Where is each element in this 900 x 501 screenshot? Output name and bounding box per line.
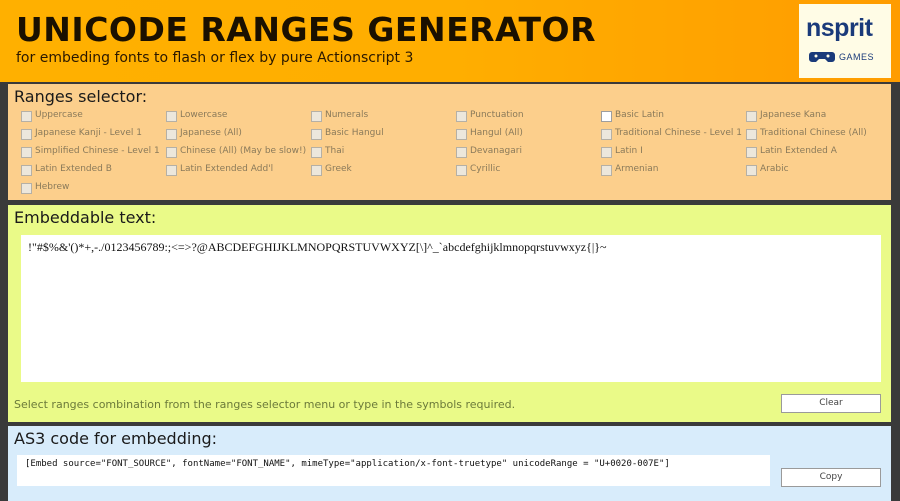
checkbox-label: Basic Hangul [325, 128, 384, 138]
logo-text: nsprit [806, 14, 873, 42]
checkbox-box[interactable] [456, 165, 467, 176]
checkbox-box[interactable] [601, 129, 612, 140]
checkbox-box[interactable] [166, 165, 177, 176]
embeddable-text-panel: Embeddable text: !"#$%&'()*+,-./01234567… [8, 205, 891, 422]
embeddable-text-input[interactable]: !"#$%&'()*+,-./0123456789:;<=>?@ABCDEFGH… [21, 235, 881, 382]
checkbox-label: Hangul (All) [470, 128, 523, 138]
checkbox-box[interactable] [311, 129, 322, 140]
logo-subtext: GAMES [839, 52, 875, 62]
checkbox-label: Japanese (All) [180, 128, 242, 138]
embeddable-text-value: !"#$%&'()*+,-./0123456789:;<=>?@ABCDEFGH… [28, 240, 607, 254]
checkbox-label: Uppercase [35, 110, 83, 120]
ranges-selector-panel: Ranges selector: Uppercase Lowercase Numer… [8, 84, 891, 200]
checkbox-label: Traditional Chinese - Level 1 [615, 128, 742, 138]
checkbox-box[interactable] [21, 147, 32, 158]
checkbox-label: Latin Extended A [760, 146, 837, 156]
checkbox-label: Arabic [760, 164, 789, 174]
ranges-selector-title: Ranges selector: [14, 87, 148, 106]
checkbox-box[interactable] [166, 111, 177, 122]
checkbox-box[interactable] [166, 129, 177, 140]
checkbox-label: Latin I [615, 146, 643, 156]
as3-code-panel: AS3 code for embedding: [Embed source="F… [8, 426, 891, 501]
checkbox-label: Latin Extended Add'l [180, 164, 274, 174]
app-title: UNICODE RANGES GENERATOR [16, 10, 596, 49]
embeddable-text-title: Embeddable text: [14, 208, 157, 227]
checkbox-label: Devanagari [470, 146, 522, 156]
checkbox-label: Japanese Kanji - Level 1 [35, 128, 143, 138]
checkbox-label: Latin Extended B [35, 164, 112, 174]
embeddable-text-hint: Select ranges combination from the range… [14, 398, 516, 411]
checkbox-box[interactable] [746, 129, 757, 140]
checkbox-box[interactable] [456, 147, 467, 158]
gamepad-icon [809, 52, 835, 62]
checkbox-box[interactable] [456, 111, 467, 122]
copy-button[interactable]: Copy [781, 468, 881, 487]
checkbox-label: Simplified Chinese - Level 1 [35, 146, 160, 156]
checkbox-box[interactable] [21, 165, 32, 176]
checkbox-label: Numerals [325, 110, 369, 120]
checkbox-box[interactable] [311, 165, 322, 176]
checkbox-label: Traditional Chinese (All) [760, 128, 867, 138]
app-header: UNICODE RANGES GENERATOR for embeding fo… [0, 0, 900, 82]
checkbox-label: Thai [325, 146, 345, 156]
checkbox-box[interactable] [746, 147, 757, 158]
checkbox-box[interactable] [166, 147, 177, 158]
checkbox-label: Greek [325, 164, 352, 174]
as3-code-value: [Embed source="FONT_SOURCE", fontName="F… [25, 459, 670, 469]
checkbox-box[interactable] [21, 183, 32, 194]
checkbox-label: Hebrew [35, 182, 70, 192]
checkbox-box[interactable] [456, 129, 467, 140]
as3-code-output[interactable]: [Embed source="FONT_SOURCE", fontName="F… [17, 455, 770, 486]
checkbox-box[interactable] [21, 111, 32, 122]
checkbox-label: Cyrillic [470, 164, 501, 174]
as3-code-title: AS3 code for embedding: [14, 429, 217, 448]
checkbox-box[interactable] [746, 165, 757, 176]
checkbox-label: Japanese Kana [760, 110, 827, 120]
checkbox-label: Basic Latin [615, 110, 664, 120]
inspirit-games-logo[interactable]: nsprit GAMES [799, 4, 891, 78]
checkbox-box[interactable] [311, 111, 322, 122]
checkbox-box[interactable] [601, 147, 612, 158]
checkbox-box[interactable] [601, 165, 612, 176]
checkbox-box[interactable] [21, 129, 32, 140]
checkbox-box[interactable] [746, 111, 757, 122]
clear-button[interactable]: Clear [781, 394, 881, 413]
checkbox-box[interactable] [311, 147, 322, 158]
checkbox-label: Chinese (All) (May be slow!) [180, 146, 307, 156]
checkbox-label: Lowercase [180, 110, 228, 120]
checkbox-box[interactable] [601, 111, 612, 122]
checkbox-label: Punctuation [470, 110, 524, 120]
checkbox-label: Armenian [615, 164, 659, 174]
app-subtitle: for embeding fonts to flash or flex by p… [16, 50, 414, 66]
